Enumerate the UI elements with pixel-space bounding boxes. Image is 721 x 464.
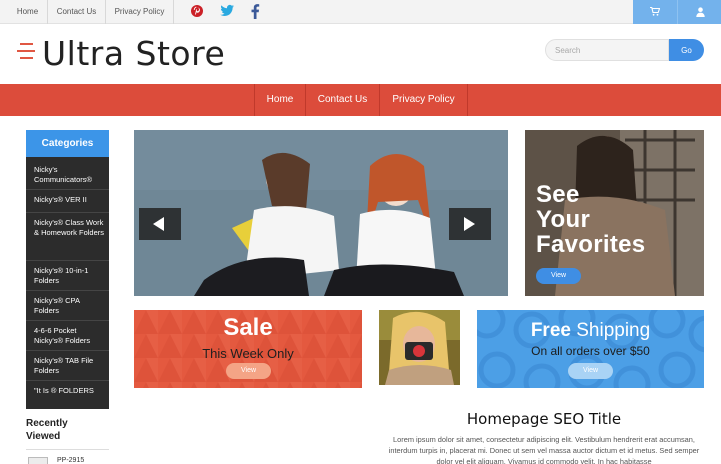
top-link-contact[interactable]: Contact Us: [48, 0, 106, 24]
shipping-subtitle: On all orders over $50: [531, 344, 650, 358]
account-button[interactable]: [677, 0, 721, 24]
main-nav: Home Contact Us Privacy Policy: [0, 84, 721, 116]
twitter-icon[interactable]: [219, 4, 235, 20]
recent-item-thumbnail[interactable]: [28, 457, 48, 464]
pinterest-icon[interactable]: [189, 4, 205, 20]
nav-home[interactable]: Home: [254, 84, 305, 116]
divider: [26, 449, 109, 450]
slider-next-button[interactable]: [449, 208, 491, 240]
menu-icon[interactable]: [17, 41, 35, 61]
recent-item-link[interactable]: PP-2915: [57, 457, 84, 464]
shipping-title-rest: Shipping: [576, 320, 651, 341]
favorites-view-button[interactable]: View: [536, 268, 581, 284]
top-link-privacy[interactable]: Privacy Policy: [106, 0, 174, 24]
search-input[interactable]: [545, 39, 669, 61]
cart-button[interactable]: [633, 0, 677, 24]
top-link-home[interactable]: Home: [8, 0, 48, 24]
facebook-icon[interactable]: [247, 4, 263, 20]
favorites-line: Your: [536, 206, 591, 233]
arrow-left-icon: [153, 217, 164, 231]
category-item[interactable]: Nicky's® CPA Folders: [26, 294, 109, 321]
sale-view-button[interactable]: View: [226, 363, 271, 379]
category-item[interactable]: Nicky's® TAB File Folders: [26, 354, 109, 381]
category-item[interactable]: "It Is ® FOLDERS: [26, 384, 109, 404]
top-bar: Home Contact Us Privacy Policy: [0, 0, 721, 24]
search-go-button[interactable]: Go: [669, 39, 704, 61]
category-item[interactable]: Nicky's® 10-in-1 Folders: [26, 264, 109, 291]
favorites-promo[interactable]: See Your Favorites View: [525, 130, 704, 296]
recently-viewed-title: Recently Viewed: [26, 418, 68, 442]
slider-prev-button[interactable]: [139, 208, 181, 240]
nav-contact-us[interactable]: Contact Us: [305, 84, 379, 116]
category-list: Nicky's Communicators® Nicky's® VER II N…: [26, 157, 109, 409]
camera-girl-image: [379, 310, 460, 385]
shipping-title-bold: Free: [530, 320, 571, 341]
category-item[interactable]: Nicky's Communicators®: [26, 163, 109, 190]
photo-image: [379, 310, 460, 385]
arrow-right-icon: [464, 217, 475, 231]
sale-subtitle: This Week Only: [202, 346, 294, 361]
favorites-line: See: [536, 181, 580, 208]
site-header: Ultra Store Go: [0, 24, 721, 84]
shipping-view-button[interactable]: View: [568, 363, 613, 379]
shipping-title: Free Shipping: [477, 320, 704, 342]
category-item[interactable]: Nicky's® VER II: [26, 193, 109, 213]
nav-privacy-policy[interactable]: Privacy Policy: [379, 84, 468, 116]
sale-promo[interactable]: Sale This Week Only View: [134, 310, 362, 388]
category-item[interactable]: Nicky's® Class Work & Homework Folders: [26, 216, 109, 261]
seo-title: Homepage SEO Title: [466, 410, 622, 428]
free-shipping-promo[interactable]: Free Shipping On all orders over $50 Vie…: [477, 310, 704, 388]
site-logo[interactable]: Ultra Store: [42, 34, 225, 73]
cart-icon: [650, 7, 660, 16]
favorites-line: Favorites: [536, 231, 646, 258]
categories-title: Categories: [26, 130, 109, 157]
seo-text: Lorem ipsum dolor sit amet, consectetur …: [388, 435, 700, 464]
category-item[interactable]: 4-6-6 Pocket Nicky's® Folders: [26, 324, 109, 351]
user-icon: [696, 7, 705, 17]
sale-title: Sale: [223, 314, 273, 341]
